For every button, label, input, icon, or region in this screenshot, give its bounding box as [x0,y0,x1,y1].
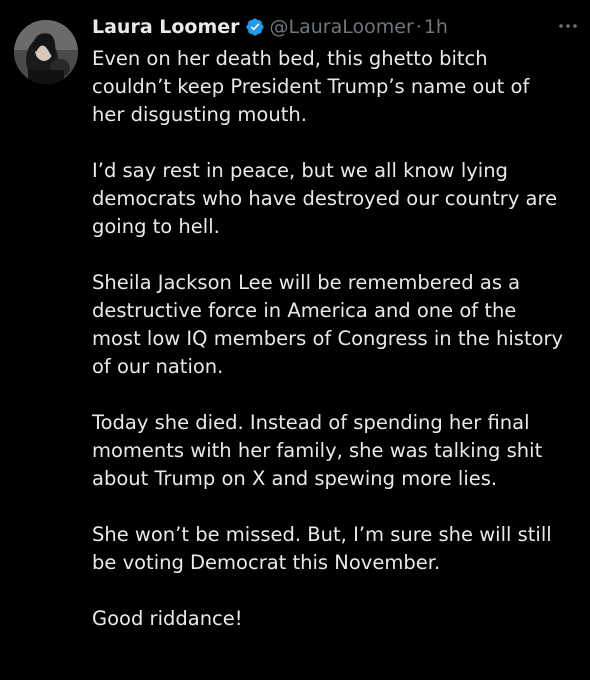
timestamp[interactable]: 1h [424,16,448,38]
tweet-paragraph: Sheila Jackson Lee will be remembered as… [92,271,564,378]
tweet-text: Even on her death bed, this ghetto bitch… [92,45,582,661]
tweet-paragraph: Even on her death bed, this ghetto bitch… [92,47,530,126]
tweet: Laura Loomer @LauraLoomer · 1h Even on h… [0,0,590,680]
tweet-paragraph: Today she died. Instead of spending her … [92,411,543,490]
more-options-icon[interactable] [556,18,580,34]
author-name[interactable]: Laura Loomer [92,16,240,38]
tweet-paragraph: Good riddance! [92,607,243,630]
avatar[interactable] [14,20,78,84]
verified-badge-icon [245,17,265,37]
avatar-image [14,20,78,84]
tweet-paragraph: I’d say rest in peace, but we all know l… [92,159,558,238]
author-handle[interactable]: @LauraLoomer [270,16,414,38]
separator-dot: · [415,16,422,38]
tweet-paragraph: She won’t be missed. But, I’m sure she w… [92,523,552,574]
tweet-header: Laura Loomer @LauraLoomer · 1h [92,14,448,40]
